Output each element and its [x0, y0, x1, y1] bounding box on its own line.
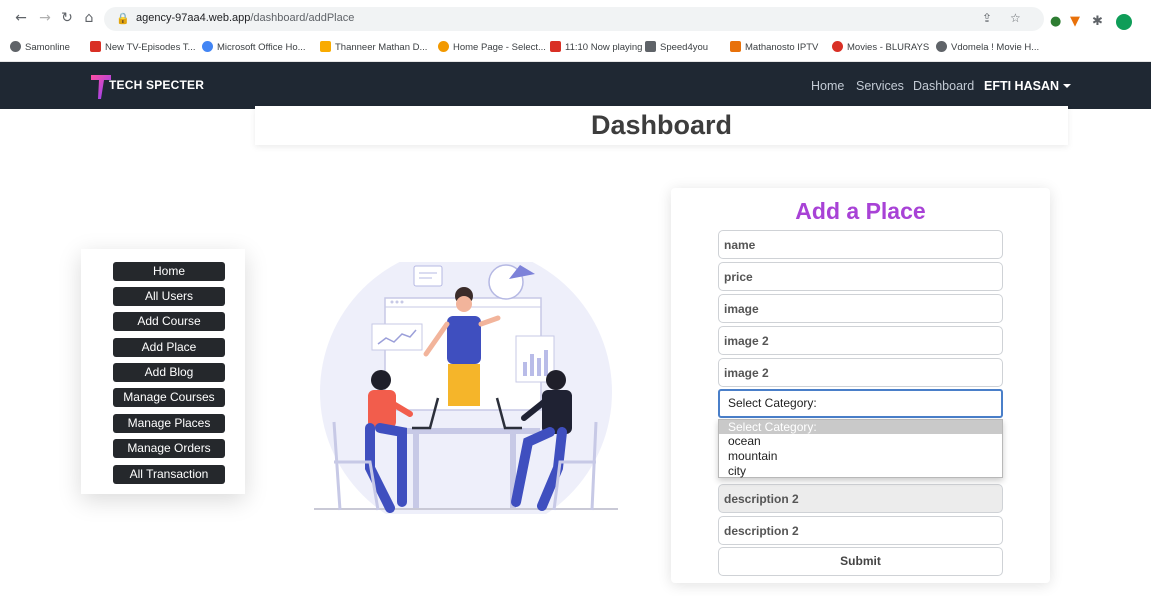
bookmark-item[interactable]: Speed4you: [645, 41, 708, 53]
bookmarks-bar: Samonline New TV-Episodes T... Microsoft…: [0, 38, 1151, 58]
extensions-puzzle-icon[interactable]: ✱: [1092, 14, 1103, 29]
description-2-input[interactable]: [718, 484, 1003, 513]
add-place-form: Add a Place Select Category: Submit Sele…: [671, 188, 1050, 583]
share-icon[interactable]: ⇪: [982, 11, 992, 25]
image-input[interactable]: [718, 294, 1003, 323]
nav-link-dashboard[interactable]: Dashboard: [913, 79, 974, 93]
sidebar-item-manage-orders[interactable]: Manage Orders: [113, 439, 225, 458]
sidebar-item-add-place[interactable]: Add Place: [113, 338, 225, 357]
address-row: ← → ↻ ⌂ 🔒 agency-97aa4.web.app/dashboard…: [0, 6, 1151, 34]
browser-chrome: ← → ↻ ⌂ 🔒 agency-97aa4.web.app/dashboard…: [0, 0, 1151, 62]
nav-link-home[interactable]: Home: [811, 79, 844, 93]
profile-avatar[interactable]: [1116, 14, 1132, 30]
reload-icon[interactable]: ↻: [58, 10, 76, 26]
team-meeting-illustration: [314, 262, 618, 514]
site-navbar: TECH SPECTER Home Services Dashboard EFT…: [0, 62, 1151, 109]
brand-name[interactable]: TECH SPECTER: [109, 78, 204, 92]
extension-icon[interactable]: ●: [1050, 14, 1061, 29]
dashboard-header: Dashboard: [255, 106, 1068, 145]
house-icon: [645, 41, 656, 52]
bookmark-star-icon[interactable]: ☆: [1010, 11, 1021, 25]
sidebar-item-home[interactable]: Home: [113, 262, 225, 281]
youtube-icon: [550, 41, 561, 52]
bookmark-item[interactable]: 11:10 Now playing: [550, 41, 642, 53]
globe-icon: [10, 41, 21, 52]
home-icon[interactable]: ⌂: [80, 10, 98, 26]
user-name: EFTI HASAN: [984, 79, 1059, 93]
submit-button[interactable]: Submit: [718, 547, 1003, 576]
category-option-ocean[interactable]: ocean: [719, 434, 1002, 448]
sidebar-item-add-course[interactable]: Add Course: [113, 312, 225, 331]
chart-icon: [730, 41, 741, 52]
sidebar-item-all-users[interactable]: All Users: [113, 287, 225, 306]
caret-down-icon: [1063, 84, 1071, 88]
category-dropdown: Select Category: ocean mountain city: [718, 419, 1003, 478]
sidebar-item-all-transaction[interactable]: All Transaction: [113, 465, 225, 484]
address-bar[interactable]: 🔒 agency-97aa4.web.app/dashboard/addPlac…: [104, 7, 1044, 31]
nav-link-services[interactable]: Services: [856, 79, 904, 93]
sidebar-item-add-blog[interactable]: Add Blog: [113, 363, 225, 382]
lock-icon: 🔒: [116, 12, 130, 25]
play-icon: [832, 41, 843, 52]
office-icon: [202, 41, 213, 52]
bookmark-item[interactable]: Movies - BLURAYS: [832, 41, 929, 53]
sidebar-item-manage-places[interactable]: Manage Places: [113, 414, 225, 433]
x-icon: [90, 41, 101, 52]
forward-icon[interactable]: →: [36, 10, 54, 26]
image-2-input-second[interactable]: [718, 358, 1003, 387]
category-select[interactable]: Select Category:: [718, 389, 1003, 418]
price-input[interactable]: [718, 262, 1003, 291]
globe-icon: [936, 41, 947, 52]
page-title: Dashboard: [590, 110, 733, 140]
bookmark-item[interactable]: Vdomela ! Movie H...: [936, 41, 1039, 53]
drive-icon: [320, 41, 331, 52]
image-2-input[interactable]: [718, 326, 1003, 355]
bookmark-item[interactable]: Mathanosto IPTV: [730, 41, 818, 53]
bookmark-item[interactable]: Samonline: [10, 41, 70, 53]
url-text: agency-97aa4.web.app/dashboard/addPlace: [136, 12, 355, 24]
name-input[interactable]: [718, 230, 1003, 259]
category-option-placeholder[interactable]: Select Category:: [719, 420, 1002, 434]
back-icon[interactable]: ←: [12, 10, 30, 26]
bookmark-item[interactable]: Home Page - Select...: [438, 41, 546, 53]
bookmark-item[interactable]: Thanneer Mathan D...: [320, 41, 427, 53]
form-title: Add a Place: [795, 198, 926, 224]
description-2-input-second[interactable]: [718, 516, 1003, 545]
bookmark-item[interactable]: Microsoft Office Ho...: [202, 41, 306, 53]
user-menu-toggle[interactable]: EFTI HASAN: [984, 79, 1071, 93]
site-icon: [438, 41, 449, 52]
bookmark-item[interactable]: New TV-Episodes T...: [90, 41, 195, 53]
brave-shield-icon[interactable]: ▼: [1070, 14, 1080, 29]
category-option-mountain[interactable]: mountain: [719, 449, 1002, 463]
category-option-city[interactable]: city: [719, 464, 1002, 478]
dashboard-sidebar: Home All Users Add Course Add Place Add …: [81, 249, 245, 494]
sidebar-item-manage-courses[interactable]: Manage Courses: [113, 388, 225, 407]
